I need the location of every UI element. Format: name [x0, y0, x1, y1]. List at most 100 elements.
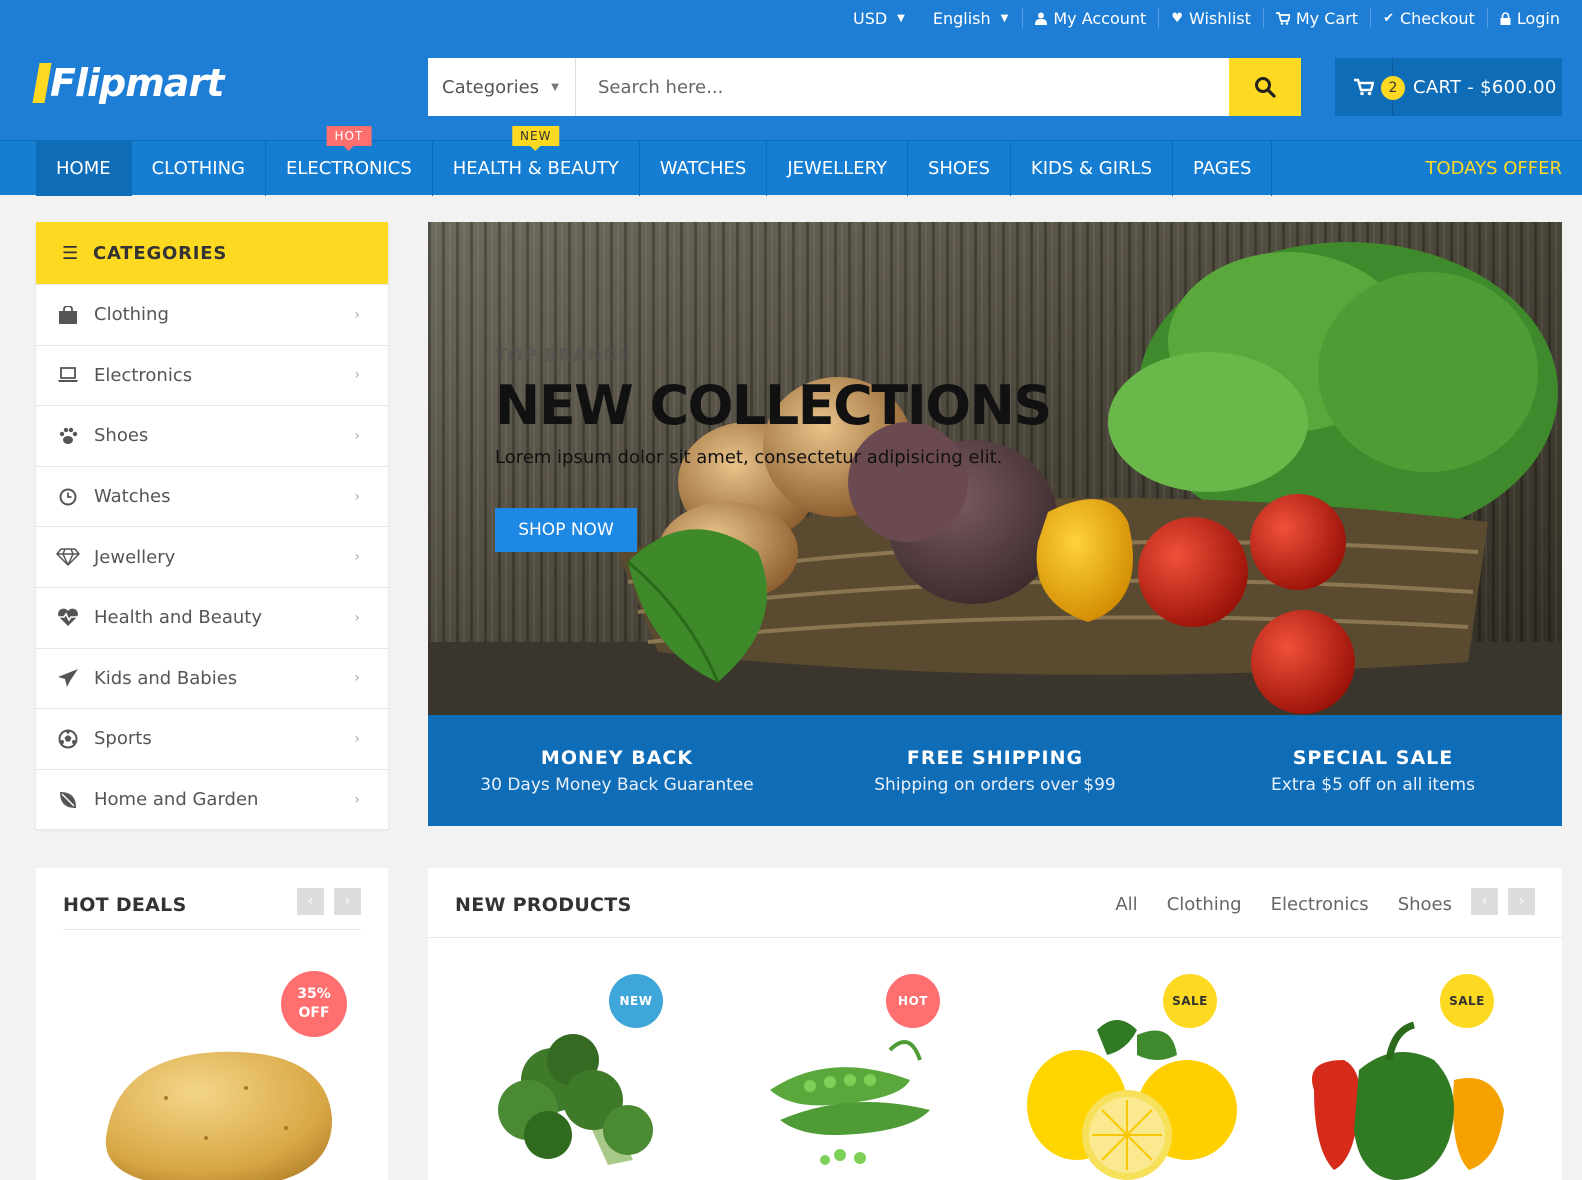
- product-card-peppers[interactable]: SALE: [1264, 974, 1524, 1180]
- language-label: English: [932, 8, 991, 28]
- info-bar: MONEY BACK 30 Days Money Back Guarantee …: [428, 715, 1562, 826]
- soccer-ball-icon: [56, 727, 80, 751]
- header: USD ▼ English ▼ My Account ♥ Wishlist My…: [0, 0, 1582, 140]
- nav-items: HOME CLOTHING HOT ELECTRONICS NEW HEALTH…: [36, 126, 1273, 196]
- new-products-arrows: ‹ ›: [1471, 888, 1535, 915]
- sidebar-item-label: Home and Garden: [94, 789, 259, 811]
- filter-tab-electronics[interactable]: Electronics: [1271, 894, 1369, 915]
- sidebar-item-sports[interactable]: Sports ›: [36, 708, 388, 769]
- check-icon: ✔: [1383, 10, 1394, 26]
- sidebar-item-clothing[interactable]: Clothing ›: [36, 284, 388, 345]
- nav-item-jewellery[interactable]: JEWELLERY: [767, 141, 908, 196]
- info-title: SPECIAL SALE: [1292, 746, 1454, 769]
- product-filter-tabs: All Clothing Electronics Shoes: [1115, 894, 1452, 915]
- cart-total-label: CART - $600.00: [1413, 76, 1557, 98]
- caret-down-icon: ▼: [897, 12, 905, 24]
- product-card-peas[interactable]: HOT: [710, 974, 970, 1180]
- info-title: MONEY BACK: [540, 746, 694, 769]
- product-card-lemons[interactable]: SALE: [987, 974, 1247, 1180]
- filter-tab-all[interactable]: All: [1115, 894, 1137, 915]
- sidebar-item-shoes[interactable]: Shoes ›: [36, 405, 388, 466]
- currency-label: USD: [852, 8, 888, 28]
- nav-item-home[interactable]: HOME: [36, 141, 132, 196]
- chevron-right-icon: ›: [354, 670, 360, 687]
- shopping-bag-icon: [56, 303, 80, 327]
- prev-arrow-button[interactable]: ‹: [1471, 888, 1498, 915]
- lock-icon: [1500, 11, 1511, 25]
- search-button[interactable]: [1229, 58, 1301, 116]
- categories-header: ☰ CATEGORIES: [36, 222, 388, 284]
- hero-title: NEW COLLECTIONS: [495, 374, 1052, 437]
- my-account-label: My Account: [1053, 8, 1147, 28]
- filter-tab-shoes[interactable]: Shoes: [1398, 894, 1452, 915]
- nav-item-clothing[interactable]: CLOTHING: [132, 141, 266, 196]
- hero-image: [428, 222, 1562, 715]
- info-title: FREE SHIPPING: [906, 746, 1084, 769]
- discount-label: OFF: [298, 1005, 330, 1021]
- wishlist-label: Wishlist: [1188, 8, 1251, 28]
- my-account-link[interactable]: My Account: [1022, 8, 1158, 28]
- info-special-sale: SPECIAL SALE Extra $5 off on all items: [1184, 715, 1562, 826]
- login-link[interactable]: Login: [1486, 8, 1572, 28]
- sidebar-item-jewellery[interactable]: Jewellery ›: [36, 526, 388, 587]
- checkout-label: Checkout: [1399, 8, 1475, 28]
- my-cart-link[interactable]: My Cart: [1262, 8, 1370, 28]
- categories-title: CATEGORIES: [92, 242, 228, 264]
- sidebar-item-label: Kids and Babies: [94, 667, 238, 689]
- filter-tab-clothing[interactable]: Clothing: [1167, 894, 1242, 915]
- hot-deals-title: HOT DEALS: [63, 894, 187, 916]
- info-free-shipping: FREE SHIPPING Shipping on orders over $9…: [806, 715, 1184, 826]
- sidebar-item-electronics[interactable]: Electronics ›: [36, 344, 388, 406]
- nav-item-electronics[interactable]: HOT ELECTRONICS: [266, 126, 433, 196]
- diamond-icon: [56, 545, 80, 569]
- sidebar-item-label: Electronics: [94, 364, 193, 386]
- nav-item-label: KIDS & GIRLS: [1030, 158, 1153, 179]
- info-subtitle: Shipping on orders over $99: [874, 774, 1116, 795]
- search-icon: [1255, 77, 1276, 98]
- cart-icon: [1275, 11, 1290, 25]
- nav-item-health-beauty[interactable]: NEW HEALTH & BEAUTY: [433, 126, 640, 196]
- nav-item-label: WATCHES: [659, 158, 747, 179]
- chevron-right-icon: ›: [354, 730, 360, 747]
- language-select[interactable]: English ▼: [919, 8, 1022, 28]
- next-arrow-button[interactable]: ›: [334, 888, 361, 915]
- sidebar-item-kids-babies[interactable]: Kids and Babies ›: [36, 647, 388, 709]
- hot-tag: HOT: [326, 126, 372, 151]
- search-input[interactable]: [576, 58, 1229, 116]
- chevron-right-icon: ›: [354, 791, 360, 808]
- info-subtitle: 30 Days Money Back Guarantee: [480, 774, 754, 795]
- sidebar-item-home-garden[interactable]: Home and Garden ›: [36, 768, 388, 830]
- sidebar-item-health-beauty[interactable]: Health and Beauty ›: [36, 586, 388, 648]
- sidebar-item-label: Clothing: [94, 304, 169, 326]
- hero-subtitle: TOP BRANDS: [495, 345, 632, 366]
- chevron-right-icon: ›: [354, 367, 360, 384]
- nav-item-kids-girls[interactable]: KIDS & GIRLS: [1011, 141, 1174, 196]
- checkout-link[interactable]: ✔ Checkout: [1370, 8, 1487, 28]
- search-bar: Categories ▼: [428, 58, 1301, 116]
- next-arrow-button[interactable]: ›: [1508, 888, 1535, 915]
- hot-deals-panel: HOT DEALS ‹ › 35% OFF: [36, 868, 388, 1180]
- prev-arrow-button[interactable]: ‹: [297, 888, 324, 915]
- logo[interactable]: Flipmart: [32, 58, 224, 108]
- cart-icon-box: 2: [1335, 58, 1405, 116]
- cart-button[interactable]: 2 CART - $600.00: [1335, 58, 1562, 116]
- sidebar-item-watches[interactable]: Watches ›: [36, 465, 388, 527]
- currency-select[interactable]: USD ▼: [839, 8, 919, 28]
- search-category-select[interactable]: Categories ▼: [428, 58, 576, 116]
- nav-item-watches[interactable]: WATCHES: [640, 141, 768, 196]
- leaf-icon: [56, 788, 80, 812]
- nav-item-label: ELECTRONICS: [285, 158, 412, 179]
- nav-item-label: HOME: [56, 158, 111, 179]
- nav-item-shoes[interactable]: SHOES: [908, 141, 1011, 196]
- potato-product-image[interactable]: [96, 1048, 336, 1180]
- chevron-right-icon: ›: [354, 549, 360, 566]
- nav-item-pages[interactable]: PAGES: [1173, 141, 1273, 196]
- wishlist-link[interactable]: ♥ Wishlist: [1158, 8, 1263, 28]
- todays-offer-link[interactable]: TODAYS OFFER: [1425, 141, 1562, 196]
- new-products-panel: NEW PRODUCTS All Clothing Electronics Sh…: [428, 868, 1562, 1180]
- shop-now-button[interactable]: SHOP NOW: [495, 508, 637, 552]
- product-card-broccoli[interactable]: NEW: [433, 974, 693, 1180]
- heartbeat-icon: [56, 606, 80, 630]
- hero-description: Lorem ipsum dolor sit amet, consectetur …: [495, 447, 1003, 468]
- login-label: Login: [1516, 8, 1560, 28]
